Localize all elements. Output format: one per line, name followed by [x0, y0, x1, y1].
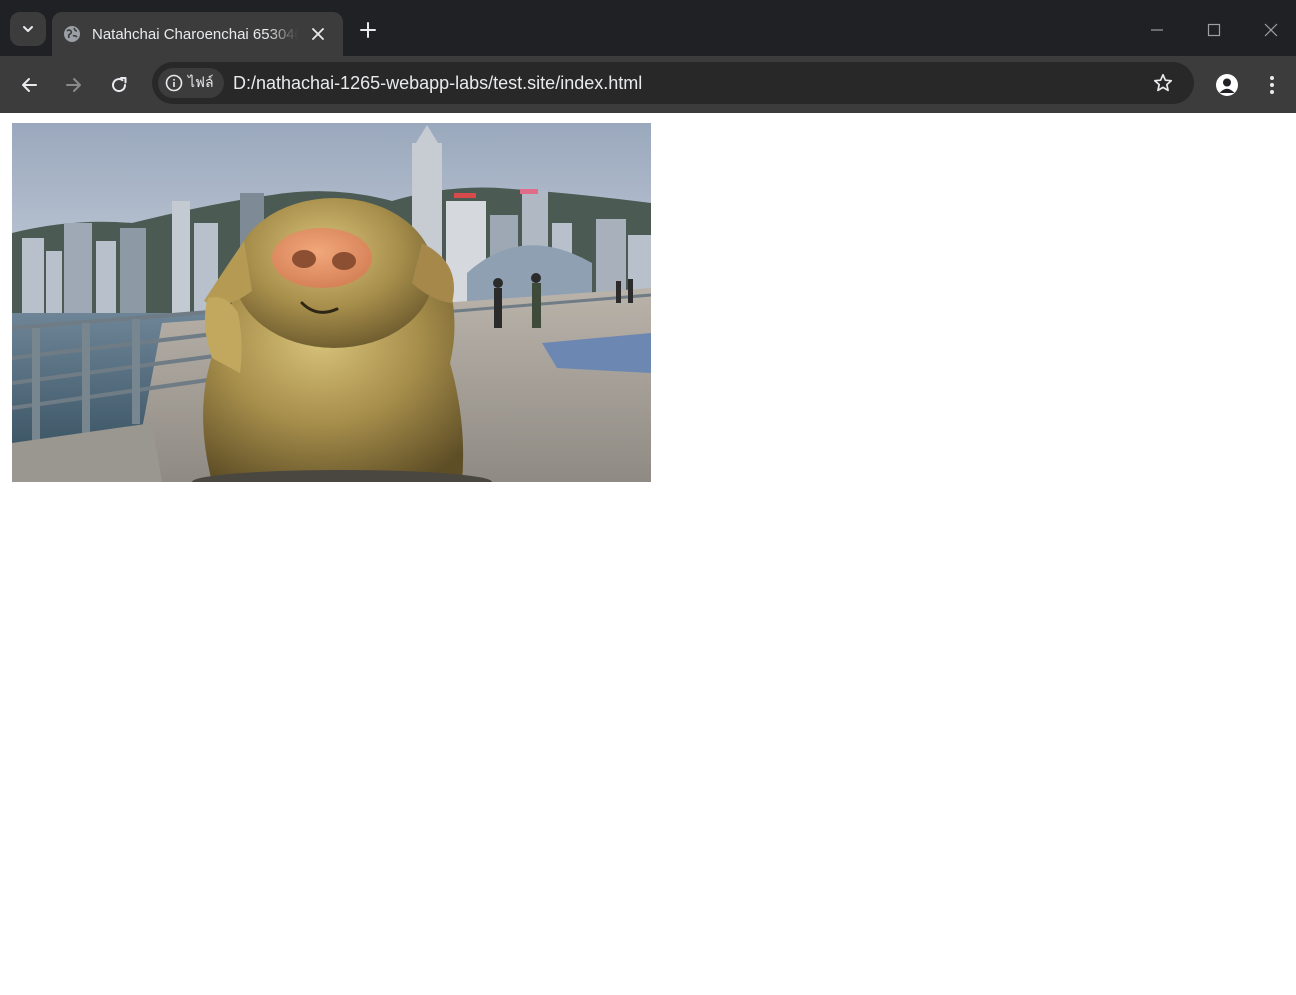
toolbar: ไฟล์ D:/nathachai-1265-webapp-labs/test.…	[0, 56, 1296, 113]
tab-active[interactable]: Natahchai Charoenchai 653040	[52, 12, 343, 56]
address-bar[interactable]: ไฟล์ D:/nathachai-1265-webapp-labs/test.…	[152, 62, 1194, 104]
maximize-icon	[1207, 23, 1221, 37]
profile-button[interactable]	[1210, 68, 1244, 102]
new-tab-button[interactable]	[354, 16, 382, 44]
window-close-button[interactable]	[1257, 16, 1285, 44]
avatar-icon	[1216, 74, 1238, 96]
site-info-label: ไฟล์	[188, 74, 214, 90]
chevron-down-icon	[23, 26, 33, 32]
tab-title: Natahchai Charoenchai 653040	[92, 25, 298, 43]
close-icon[interactable]	[309, 25, 327, 43]
more-vertical-icon	[1270, 76, 1274, 94]
url-text[interactable]: D:/nathachai-1265-webapp-labs/test.site/…	[233, 73, 642, 94]
tab-strip: Natahchai Charoenchai 653040	[0, 0, 1296, 56]
reload-button[interactable]	[102, 68, 136, 102]
minimize-button[interactable]	[1143, 16, 1171, 44]
tab-search-button[interactable]	[10, 12, 46, 46]
site-info-chip[interactable]: ไฟล์	[158, 68, 224, 98]
menu-button[interactable]	[1255, 68, 1289, 102]
browser-window: Natahchai Charoenchai 653040 ไฟล์ D:/nat…	[0, 0, 1296, 995]
maximize-button[interactable]	[1200, 16, 1228, 44]
bookmark-button[interactable]	[1146, 66, 1180, 100]
forward-button[interactable]	[57, 68, 91, 102]
page-viewport	[0, 113, 1296, 995]
reload-icon	[112, 77, 127, 93]
plus-icon	[360, 22, 376, 38]
pig-statue-image	[12, 123, 651, 482]
minimize-icon	[1151, 29, 1163, 31]
globe-icon	[63, 25, 81, 43]
arrow-right-icon	[66, 78, 81, 92]
back-button[interactable]	[12, 68, 46, 102]
info-icon	[165, 74, 183, 92]
arrow-left-icon	[22, 78, 37, 92]
star-icon	[1153, 73, 1173, 92]
close-icon	[1264, 23, 1278, 37]
